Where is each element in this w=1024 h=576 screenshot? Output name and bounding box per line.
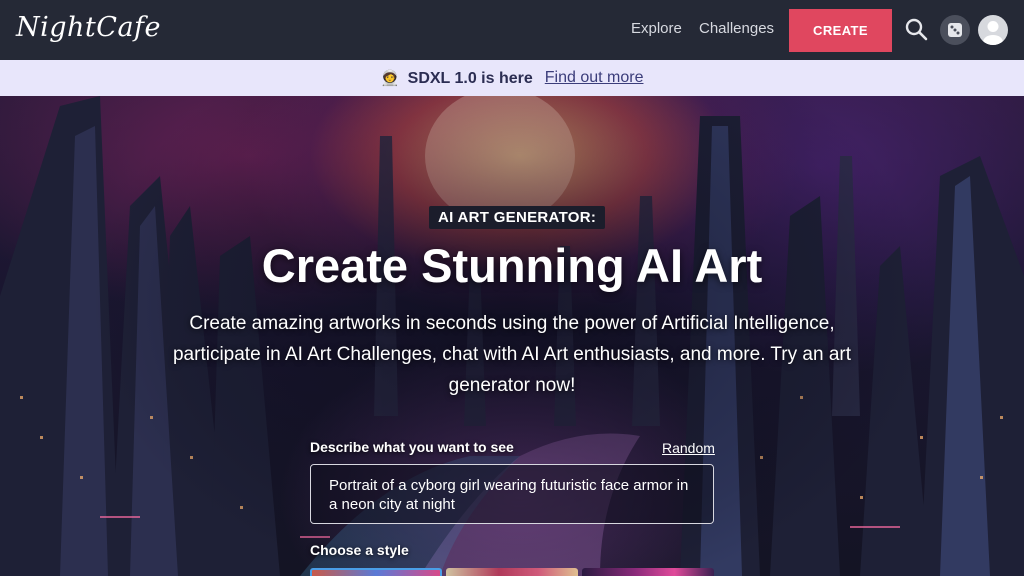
style-option-2[interactable] xyxy=(446,568,578,576)
style-option-1[interactable] xyxy=(310,568,442,576)
random-prompt-link[interactable]: Random xyxy=(662,440,715,456)
hero-kicker: AI ART GENERATOR: xyxy=(429,206,606,229)
nav-explore[interactable]: Explore xyxy=(631,20,682,37)
nightcafe-logo[interactable]: NightCafe xyxy=(16,12,161,43)
dice-icon[interactable] xyxy=(940,15,970,45)
style-label: Choose a style xyxy=(310,542,409,558)
hero-title: Create Stunning AI Art xyxy=(261,239,763,292)
hero-section: AI ART GENERATOR: Create Stunning AI Art… xyxy=(0,96,1024,576)
banner-message: 🧑‍🚀 SDXL 1.0 is here xyxy=(381,69,533,88)
announcement-banner: 🧑‍🚀 SDXL 1.0 is here Find out more xyxy=(0,60,1024,96)
astronaut-icon: 🧑‍🚀 xyxy=(380,69,400,87)
create-button[interactable]: CREATE xyxy=(789,9,892,52)
find-out-more-link[interactable]: Find out more xyxy=(545,69,644,87)
banner-text: SDXL 1.0 is here xyxy=(407,69,533,87)
nav-challenges[interactable]: Challenges xyxy=(699,20,774,37)
prompt-input[interactable]: Portrait of a cyborg girl wearing futuri… xyxy=(310,464,714,524)
style-option-3[interactable] xyxy=(582,568,714,576)
hero-subtitle: Create amazing artworks in seconds using… xyxy=(172,313,852,396)
top-navigation: NightCafe Explore Challenges CREATE xyxy=(0,0,1024,60)
prompt-label: Describe what you want to see xyxy=(310,439,514,455)
user-avatar-icon[interactable] xyxy=(978,15,1008,45)
search-icon[interactable] xyxy=(904,17,930,43)
